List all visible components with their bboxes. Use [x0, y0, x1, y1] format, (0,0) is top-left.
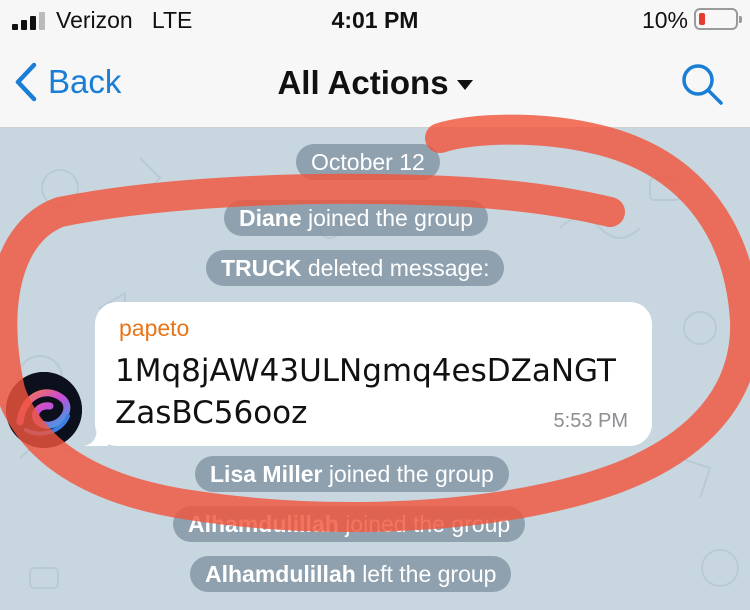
- navigation-bar: Back All Actions: [0, 40, 750, 128]
- event-actor[interactable]: Alhamdulillah: [205, 561, 356, 587]
- message-sender[interactable]: papeto: [119, 315, 189, 342]
- status-time: 4:01 PM: [331, 7, 419, 33]
- battery-percent: 10%: [641, 7, 688, 33]
- event-actor[interactable]: TRUCK: [221, 255, 302, 281]
- battery-icon: [694, 8, 742, 30]
- filter-dropdown[interactable]: All Actions: [0, 64, 750, 102]
- search-button[interactable]: [680, 62, 724, 111]
- service-message: Diane joined the group: [224, 200, 488, 236]
- event-actor[interactable]: Lisa Miller: [210, 461, 322, 487]
- status-bar: Verizon LTE 4:01 PM 10%: [0, 0, 750, 40]
- event-action: left the group: [362, 561, 497, 587]
- event-actor[interactable]: Alhamdulillah: [188, 511, 339, 537]
- event-action: joined the group: [345, 511, 511, 537]
- service-message: Lisa Miller joined the group: [195, 456, 509, 492]
- message-time: 5:53 PM: [553, 410, 628, 432]
- event-action: joined the group: [308, 205, 473, 231]
- date-label: October 12: [311, 149, 425, 175]
- event-action: joined the group: [328, 461, 494, 487]
- service-message: TRUCK deleted message:: [206, 250, 505, 286]
- service-message: Alhamdulillah joined the group: [173, 506, 526, 542]
- service-message: Alhamdulillah left the group: [190, 556, 512, 592]
- message-bubble[interactable]: papeto 1Mq8jAW43ULNgmq4esDZaNGTZasBC56oo…: [95, 302, 652, 446]
- search-icon: [682, 64, 723, 105]
- page-title: All Actions: [277, 64, 449, 101]
- caret-down-icon: [456, 80, 473, 91]
- battery-level: [699, 13, 705, 25]
- avatar-image: [6, 372, 82, 448]
- event-action: deleted message:: [307, 255, 490, 281]
- event-actor[interactable]: Diane: [239, 205, 302, 231]
- date-separator: October 12: [296, 144, 440, 180]
- avatar[interactable]: [6, 372, 82, 448]
